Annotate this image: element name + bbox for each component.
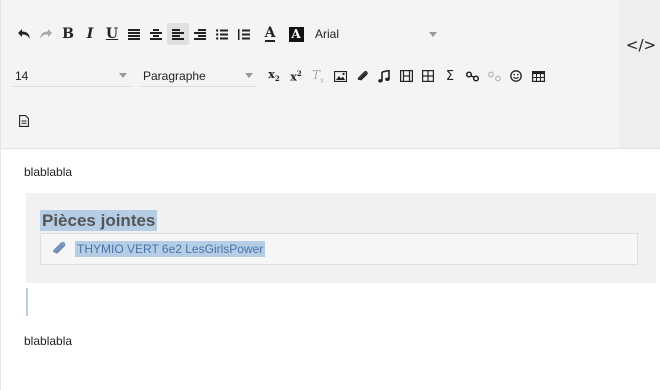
insert-template-button[interactable] (13, 110, 35, 132)
numbered-list-icon (238, 28, 250, 40)
bold-button[interactable]: B (57, 23, 79, 45)
superscript-icon: x2 (290, 68, 302, 84)
insert-formula-button[interactable]: Σ (439, 65, 461, 87)
attachment-link[interactable]: THYMIO VERT 6e2 LesGirlsPower (75, 241, 266, 257)
block-format-select[interactable]: Paragraphe (141, 65, 257, 87)
align-center-button[interactable] (145, 23, 167, 45)
smiley-icon (510, 70, 522, 82)
font-family-value: Arial (315, 27, 340, 41)
insert-audio-button[interactable] (373, 65, 395, 87)
unlink-icon (487, 71, 501, 81)
font-size-value: 14 (15, 68, 29, 83)
text-color-button[interactable]: A (259, 23, 281, 45)
numbered-list-button[interactable] (233, 23, 255, 45)
link-icon (465, 70, 479, 82)
align-justify-icon (128, 28, 140, 40)
insert-emoji-button[interactable] (505, 65, 527, 87)
paperclip-icon (51, 241, 67, 257)
attachments-title: Pièces jointes (40, 210, 158, 231)
insert-table-grid-button[interactable] (417, 65, 439, 87)
align-justify-button[interactable] (123, 23, 145, 45)
editor-toolbar: B I U A A Arial 14 Paragraphe x2 x2 Tx Σ (1, 0, 619, 149)
sigma-icon: Σ (445, 68, 455, 84)
undo-button[interactable] (13, 23, 35, 45)
insert-attachment-button[interactable] (351, 65, 373, 87)
insert-link-button[interactable] (461, 65, 483, 87)
clear-format-button[interactable]: Tx (307, 65, 329, 87)
bullet-list-icon (216, 28, 228, 40)
font-size-select[interactable]: 14 (13, 65, 131, 87)
align-right-icon (194, 28, 206, 40)
background-color-button[interactable]: A (285, 23, 307, 45)
paragraph: blablabla (24, 334, 73, 348)
text-color-icon: A (264, 24, 276, 42)
bullet-list-button[interactable] (211, 23, 233, 45)
background-color-icon: A (288, 26, 304, 42)
paragraph: blablabla (24, 165, 73, 179)
redo-button[interactable] (35, 23, 57, 45)
toolbar-row-1: B I U A A Arial (13, 22, 445, 46)
undo-icon (18, 29, 30, 39)
table-icon (531, 70, 545, 82)
align-center-icon (150, 28, 162, 40)
film-icon (399, 70, 413, 82)
code-view-panel: </> (619, 0, 660, 149)
editor-content[interactable]: blablabla Pièces jointes THYMIO VERT 6e2… (1, 149, 660, 390)
code-icon: </> (625, 36, 657, 54)
document-icon (19, 115, 29, 127)
redo-icon (40, 29, 52, 39)
bold-icon: B (62, 26, 74, 42)
insert-image-button[interactable] (329, 65, 351, 87)
toolbar-row-3 (13, 110, 35, 132)
text-cursor (26, 288, 28, 316)
underline-icon: U (105, 26, 119, 42)
image-icon (333, 70, 347, 82)
font-family-select[interactable]: Arial (313, 23, 445, 45)
clear-format-icon: Tx (312, 67, 324, 85)
code-view-button[interactable]: </> (625, 34, 657, 56)
attachment-item[interactable]: THYMIO VERT 6e2 LesGirlsPower (40, 233, 638, 265)
align-right-button[interactable] (189, 23, 211, 45)
rich-text-editor: B I U A A Arial 14 Paragraphe x2 x2 Tx Σ… (0, 0, 660, 390)
attachments-block: Pièces jointes THYMIO VERT 6e2 LesGirlsP… (26, 193, 656, 283)
chevron-down-icon (429, 31, 437, 37)
paperclip-icon (357, 70, 368, 80)
table-grid-icon (422, 70, 434, 82)
toolbar-row-2: 14 Paragraphe x2 x2 Tx Σ (13, 63, 549, 89)
underline-button[interactable]: U (101, 23, 123, 45)
insert-table-button[interactable] (527, 65, 549, 87)
remove-link-button[interactable] (483, 65, 505, 87)
music-note-icon (378, 69, 390, 82)
align-left-button[interactable] (167, 23, 189, 45)
align-left-icon (172, 28, 184, 40)
subscript-icon: x2 (268, 68, 280, 84)
italic-icon: I (86, 26, 94, 42)
block-format-value: Paragraphe (143, 68, 206, 83)
insert-video-button[interactable] (395, 65, 417, 87)
chevron-down-icon (245, 73, 253, 78)
subscript-button[interactable]: x2 (263, 65, 285, 87)
italic-button[interactable]: I (79, 23, 101, 45)
superscript-button[interactable]: x2 (285, 65, 307, 87)
chevron-down-icon (119, 73, 127, 78)
